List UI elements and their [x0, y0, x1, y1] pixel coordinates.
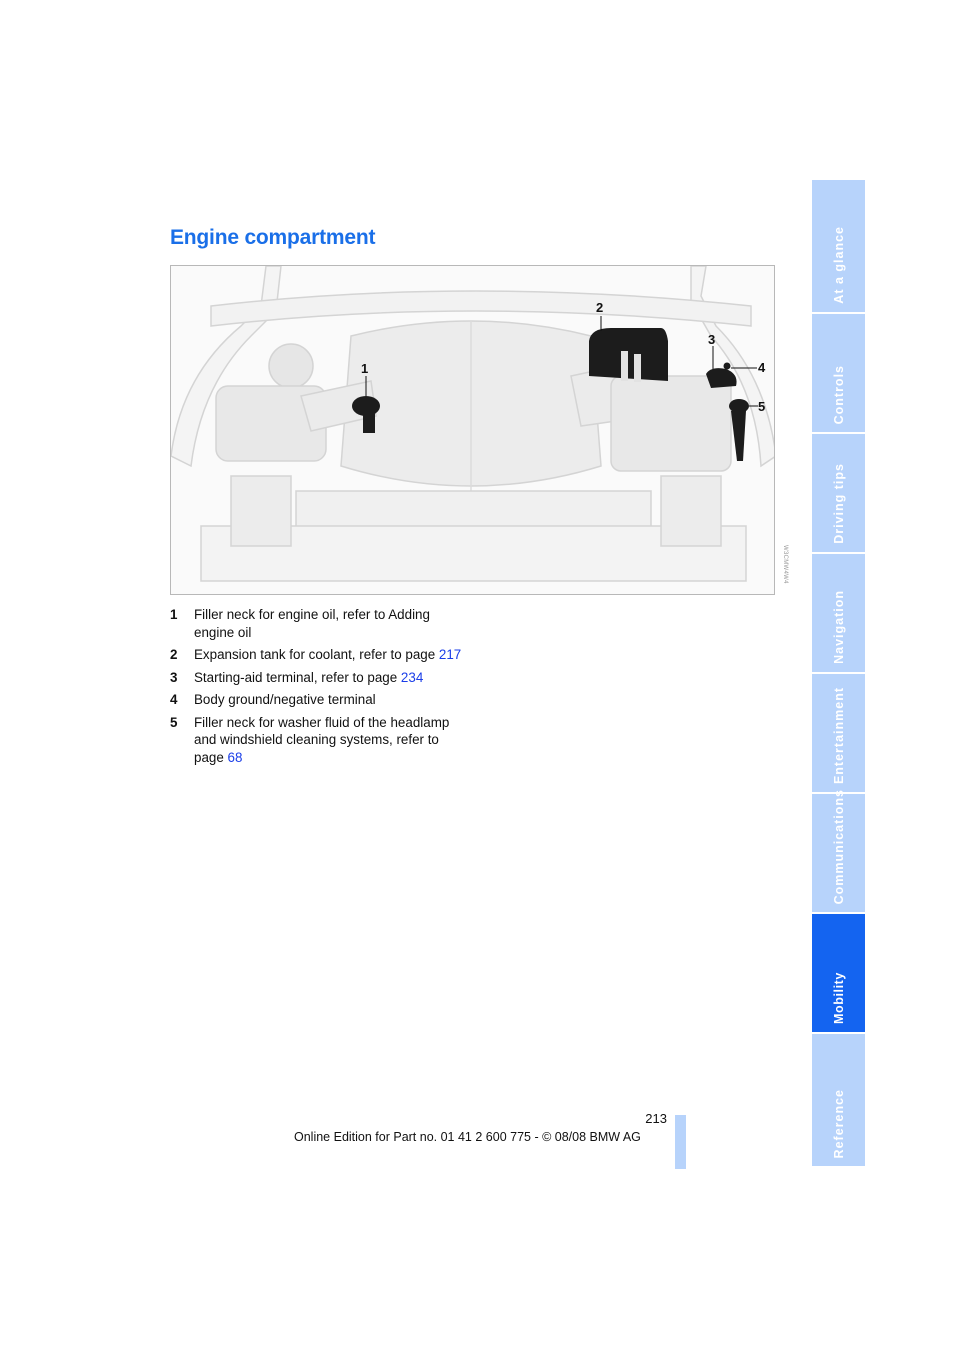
- legend-text: Body ground/negative terminal: [194, 692, 376, 707]
- tab-entertainment[interactable]: Entertainment: [812, 674, 865, 792]
- coolant-tank: [589, 328, 668, 381]
- legend-number: 5: [170, 714, 178, 730]
- tab-label: Communications: [831, 788, 846, 904]
- tab-controls[interactable]: Controls: [812, 314, 865, 432]
- callout-2: 2: [596, 300, 604, 315]
- legend-list: 1 Filler neck for engine oil, refer to A…: [170, 606, 470, 771]
- legend-item: 3 Starting-aid terminal, refer to page 2…: [170, 669, 470, 687]
- tab-label: Entertainment: [831, 686, 846, 784]
- engine-illustration: [171, 266, 774, 582]
- page-number: 213: [645, 1111, 667, 1126]
- figure-code: W3CMW4W4: [782, 545, 788, 584]
- legend-text: Filler neck for engine oil, refer to Add…: [194, 607, 430, 640]
- tab-at-a-glance[interactable]: At a glance: [812, 180, 865, 312]
- tab-label: Navigation: [831, 590, 846, 664]
- callout-3: 3: [708, 332, 716, 347]
- legend-number: 1: [170, 607, 178, 622]
- tab-label: Driving tips: [831, 463, 846, 544]
- starting-aid-terminal: [706, 368, 737, 388]
- legend-number: 2: [170, 647, 178, 662]
- page-link-68[interactable]: 68: [228, 750, 243, 765]
- callout-1: 1: [361, 361, 369, 376]
- oil-filler-neck: [363, 411, 375, 433]
- legend-item: 4 Body ground/negative terminal: [170, 691, 470, 709]
- legend-item: 5 Filler neck for washer fluid of the he…: [170, 714, 470, 767]
- tab-label: Reference: [831, 1088, 846, 1158]
- page-link-217[interactable]: 217: [439, 647, 461, 662]
- tab-reference[interactable]: Reference: [812, 1034, 865, 1166]
- tab-mobility[interactable]: Mobility: [812, 914, 865, 1032]
- legend-text: Starting-aid terminal, refer to page: [194, 669, 401, 685]
- tab-label: Mobility: [831, 971, 846, 1024]
- page-link-234[interactable]: 234: [401, 670, 423, 685]
- legend-item: 1 Filler neck for engine oil, refer to A…: [170, 606, 470, 641]
- washer-filler-cap: [729, 399, 749, 413]
- callout-5: 5: [758, 399, 766, 414]
- tab-communications[interactable]: Communications: [812, 789, 865, 912]
- legend-number: 3: [170, 669, 178, 685]
- callout-4: 4: [758, 360, 766, 375]
- tab-label: At a glance: [831, 226, 846, 304]
- tab-driving-tips[interactable]: Driving tips: [812, 434, 865, 552]
- tab-navigation[interactable]: Navigation: [812, 554, 865, 672]
- legend-number: 4: [170, 692, 178, 707]
- footer-marker-bar: [675, 1115, 686, 1169]
- tab-label: Controls: [831, 364, 846, 424]
- ground-terminal: [723, 362, 731, 370]
- engine-compartment-figure: 1 2 3 4 5: [170, 265, 775, 595]
- page-title: Engine compartment: [170, 226, 376, 249]
- footer-edition-text: Online Edition for Part no. 01 41 2 600 …: [294, 1130, 641, 1144]
- legend-item: 2 Expansion tank for coolant, refer to p…: [170, 646, 470, 664]
- legend-text: Expansion tank for coolant, refer to pag…: [194, 647, 439, 662]
- washer-filler-neck: [731, 411, 746, 461]
